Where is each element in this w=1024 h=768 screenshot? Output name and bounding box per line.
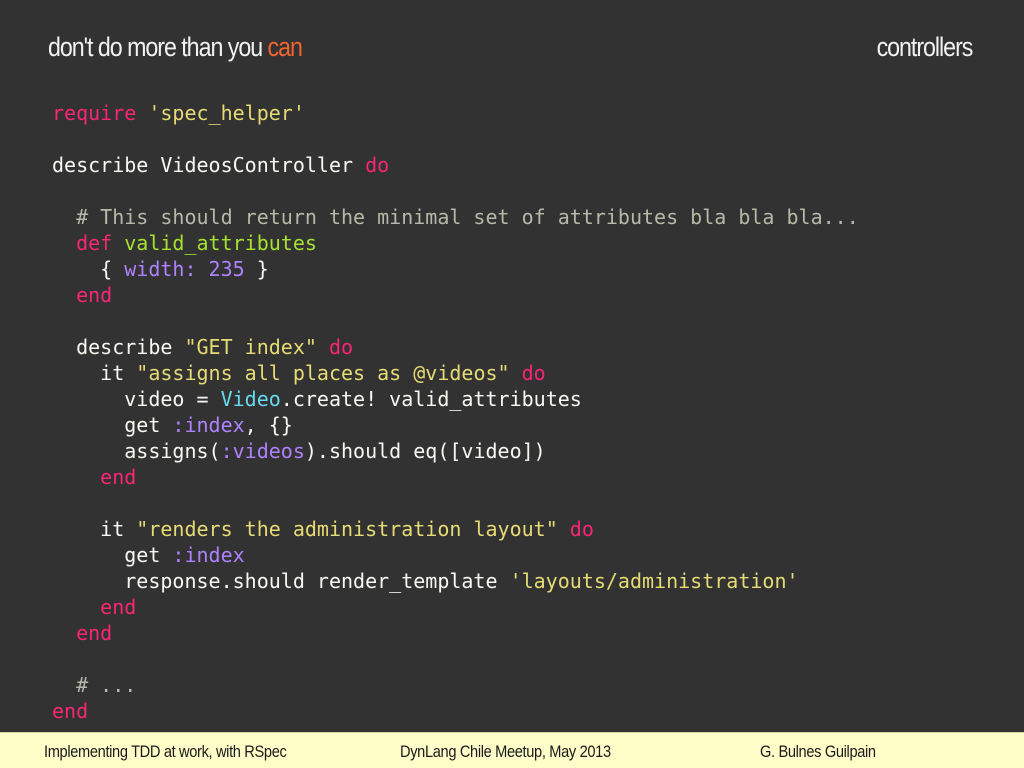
code-token: describe VideosController <box>52 153 366 177</box>
code-line: end <box>52 698 859 724</box>
code-token: require <box>52 101 137 125</box>
code-line: end <box>52 594 859 620</box>
code-token: .create! valid_attributes <box>280 387 582 411</box>
code-token: width: <box>124 257 197 281</box>
code-line: end <box>52 620 859 646</box>
code-token: end <box>52 699 89 723</box>
code-line: end <box>52 464 859 490</box>
code-line: # This should return the minimal set of … <box>52 204 859 230</box>
code-token: { <box>52 257 125 281</box>
code-token: get <box>52 413 173 437</box>
slide-title: don't do more than you can <box>48 32 303 63</box>
slide-title-text: don't do more than you <box>48 32 268 62</box>
code-token: end <box>52 621 113 645</box>
code-token: } <box>244 257 269 281</box>
code-token: do <box>365 153 390 177</box>
code-line: get :index, {} <box>52 412 859 438</box>
code-token: do <box>569 517 594 541</box>
code-token: video = <box>52 387 221 411</box>
code-token: describe <box>52 335 185 359</box>
code-token: , {} <box>244 413 293 437</box>
code-token: end <box>52 465 137 489</box>
code-token: def <box>52 231 125 255</box>
code-token: "renders the administration layout" <box>136 517 558 541</box>
code-token: get <box>52 543 173 567</box>
code-token: "GET index" <box>184 335 317 359</box>
code-token: it <box>52 517 137 541</box>
code-line: it "renders the administration layout" d… <box>52 516 859 542</box>
code-token: response.should render_template <box>52 569 510 593</box>
code-token: :videos <box>220 439 305 463</box>
code-token: # This should return the minimal set of … <box>52 205 859 229</box>
code-line: get :index <box>52 542 859 568</box>
code-token: end <box>52 283 113 307</box>
code-token: 'layouts/administration' <box>509 569 799 593</box>
section-label: controllers <box>876 32 973 62</box>
code-line: end <box>52 282 859 308</box>
code-line: describe VideosController do <box>52 152 859 178</box>
footer-author: G. Bulnes Guilpain <box>760 742 876 761</box>
code-line: require 'spec_helper' <box>52 100 859 126</box>
code-line: # ... <box>52 672 859 698</box>
code-token: do <box>328 335 354 359</box>
code-line: response.should render_template 'layouts… <box>52 568 859 594</box>
footer-talk-title: Implementing TDD at work, with RSpec <box>44 742 287 761</box>
footer-bar: Implementing TDD at work, with RSpec Dyn… <box>0 732 1024 768</box>
code-token: it <box>52 361 137 385</box>
code-token: assigns( <box>52 439 221 463</box>
code-token: :index <box>172 543 245 567</box>
code-token: ).should eq([video]) <box>304 439 546 463</box>
code-line: video = Video.create! valid_attributes <box>52 386 859 412</box>
slide: don't do more than you can controllers r… <box>0 0 1024 768</box>
code-token: 235 <box>208 257 245 281</box>
code-token: 'spec_helper' <box>148 101 305 125</box>
code-line: assigns(:videos).should eq([video]) <box>52 438 859 464</box>
code-token: "assigns all places as @videos" <box>136 361 510 385</box>
code-block: require 'spec_helper' describe VideosCont… <box>52 100 859 724</box>
code-token: valid_attributes <box>124 231 317 255</box>
code-token: :index <box>172 413 245 437</box>
code-line: describe "GET index" do <box>52 334 859 360</box>
code-line: def valid_attributes <box>52 230 859 256</box>
code-token: end <box>52 595 137 619</box>
slide-title-accent: can <box>267 32 303 62</box>
code-line: it "assigns all places as @videos" do <box>52 360 859 386</box>
code-token: Video <box>220 387 281 411</box>
code-token: # ... <box>52 673 137 697</box>
code-line: { width: 235 } <box>52 256 859 282</box>
code-token: do <box>521 361 546 385</box>
footer-event: DynLang Chile Meetup, May 2013 <box>400 742 611 761</box>
